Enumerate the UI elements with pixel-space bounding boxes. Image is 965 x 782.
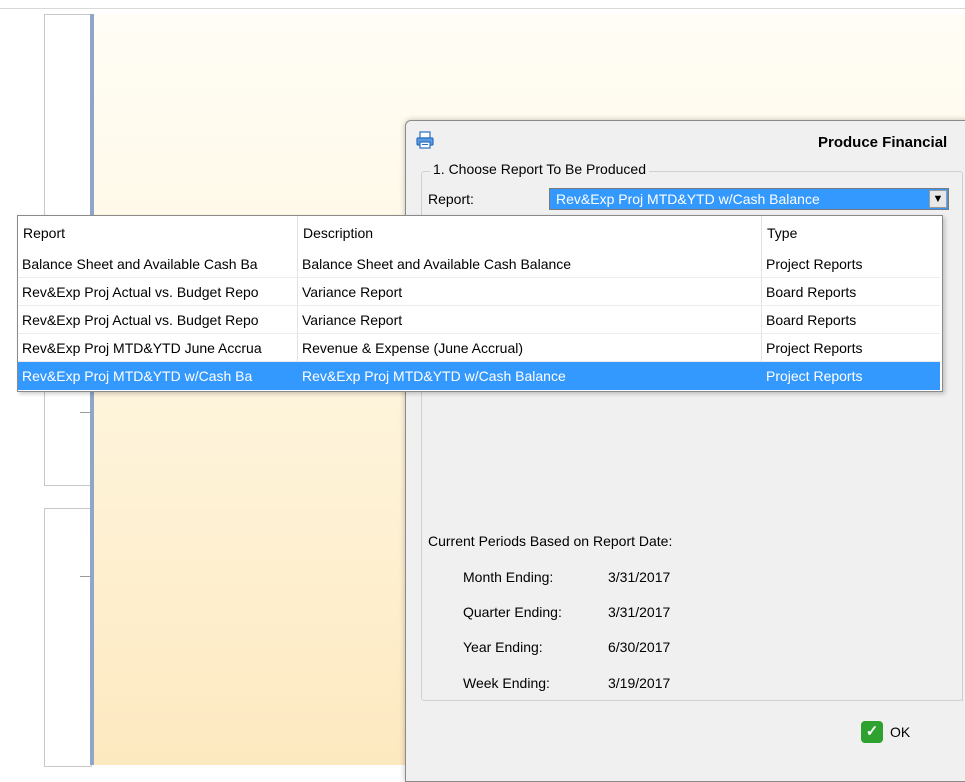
column-header-report[interactable]: Report bbox=[18, 216, 298, 250]
chevron-down-icon[interactable]: ▼ bbox=[929, 190, 947, 208]
report-label: Report: bbox=[428, 191, 474, 207]
cell-type: Board Reports bbox=[762, 278, 940, 306]
period-label: Week Ending: bbox=[463, 675, 550, 691]
list-item[interactable]: Rev&Exp Proj Actual vs. Budget Repo Vari… bbox=[18, 278, 940, 306]
ok-label: OK bbox=[890, 724, 911, 740]
list-item[interactable]: Rev&Exp Proj MTD&YTD June Accrua Revenue… bbox=[18, 334, 940, 362]
dropdown-header: Report Description Type bbox=[18, 216, 942, 250]
period-value: 3/31/2017 bbox=[608, 604, 671, 620]
report-dropdown-list: Report Description Type Balance Sheet an… bbox=[17, 215, 943, 392]
cell-type: Project Reports bbox=[762, 250, 940, 278]
cell-type: Project Reports bbox=[762, 334, 940, 362]
checkmark-icon: ✓ bbox=[861, 721, 883, 743]
cell-description: Variance Report bbox=[298, 306, 762, 334]
period-value: 6/30/2017 bbox=[608, 639, 671, 655]
period-label: Month Ending: bbox=[463, 569, 554, 585]
printer-icon bbox=[416, 131, 434, 149]
cell-description: Revenue & Expense (June Accrual) bbox=[298, 334, 762, 362]
cell-report: Rev&Exp Proj MTD&YTD June Accrua bbox=[18, 334, 298, 362]
period-label: Year Ending: bbox=[463, 639, 543, 655]
cell-report: Rev&Exp Proj Actual vs. Budget Repo bbox=[18, 306, 298, 334]
cell-report: Rev&Exp Proj MTD&YTD w/Cash Ba bbox=[18, 362, 298, 390]
cell-description: Variance Report bbox=[298, 278, 762, 306]
column-header-description[interactable]: Description bbox=[298, 216, 762, 250]
report-combobox[interactable]: Rev&Exp Proj MTD&YTD w/Cash Balance ▼ bbox=[549, 188, 949, 210]
left-panel-tick bbox=[80, 576, 90, 577]
top-divider bbox=[0, 8, 965, 9]
cell-report: Balance Sheet and Available Cash Ba bbox=[18, 250, 298, 278]
column-header-type[interactable]: Type bbox=[762, 216, 942, 250]
left-panel-lower bbox=[44, 508, 92, 767]
cell-type: Board Reports bbox=[762, 306, 940, 334]
list-item[interactable]: Rev&Exp Proj Actual vs. Budget Repo Vari… bbox=[18, 306, 940, 334]
cell-report: Rev&Exp Proj Actual vs. Budget Repo bbox=[18, 278, 298, 306]
cell-type: Project Reports bbox=[762, 362, 940, 390]
cell-description: Rev&Exp Proj MTD&YTD w/Cash Balance bbox=[298, 362, 762, 390]
report-selected-value: Rev&Exp Proj MTD&YTD w/Cash Balance bbox=[556, 191, 820, 207]
section-title: 1. Choose Report To Be Produced bbox=[430, 161, 649, 177]
left-panel-tick bbox=[80, 412, 90, 413]
list-item-selected[interactable]: Rev&Exp Proj MTD&YTD w/Cash Ba Rev&Exp P… bbox=[18, 362, 940, 390]
dialog-titlebar[interactable]: Produce Financial bbox=[406, 121, 965, 161]
cell-description: Balance Sheet and Available Cash Balance bbox=[298, 250, 762, 278]
period-label: Quarter Ending: bbox=[463, 604, 562, 620]
period-value: 3/31/2017 bbox=[608, 569, 671, 585]
period-value: 3/19/2017 bbox=[608, 675, 671, 691]
list-item[interactable]: Balance Sheet and Available Cash Ba Bala… bbox=[18, 250, 940, 278]
dialog-title: Produce Financial bbox=[818, 134, 948, 151]
periods-title: Current Periods Based on Report Date: bbox=[428, 533, 673, 549]
